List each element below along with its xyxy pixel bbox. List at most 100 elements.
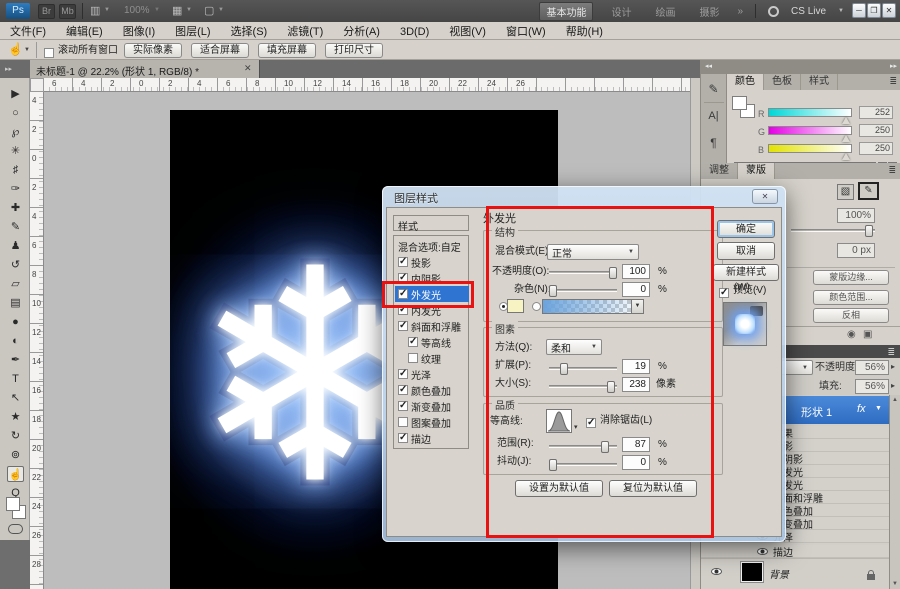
- layer-name[interactable]: 形状 1: [801, 404, 832, 420]
- menu-3D(D)[interactable]: 3D(D): [390, 24, 439, 41]
- channel-slider-G[interactable]: [768, 126, 852, 135]
- layer-thumbnail[interactable]: [741, 562, 763, 582]
- style-checkbox-光泽[interactable]: [398, 369, 408, 379]
- channel-value-R[interactable]: 252: [859, 106, 893, 119]
- layer-name[interactable]: 背景: [769, 566, 789, 581]
- lasso-tool[interactable]: ℘: [7, 124, 24, 140]
- contour-arrow-icon[interactable]: ▾: [574, 423, 578, 431]
- gradient-tool[interactable]: ▤: [7, 295, 24, 311]
- minimize-button[interactable]: ─: [852, 3, 866, 18]
- noise-slider[interactable]: [549, 289, 617, 292]
- mask-feather-value[interactable]: 0 px: [837, 243, 875, 258]
- fill-value[interactable]: 56%: [855, 379, 889, 394]
- delete-mask-icon[interactable]: ▣: [863, 329, 872, 340]
- slider-thumb[interactable]: [549, 285, 557, 297]
- style-item-渐变叠加[interactable]: 渐变叠加: [395, 398, 469, 414]
- menu-图像(I)[interactable]: 图像(I): [113, 24, 165, 41]
- style-item-内发光[interactable]: 内发光: [395, 302, 469, 318]
- mask-density-value[interactable]: 100%: [837, 208, 875, 223]
- preview-checkbox[interactable]: [719, 288, 729, 298]
- style-item-等高线[interactable]: 等高线: [395, 334, 469, 350]
- marquee-tool[interactable]: ○: [7, 105, 24, 121]
- mini-bridge-icon[interactable]: Mb: [59, 4, 76, 19]
- effect-row-描边[interactable]: 描边: [701, 545, 889, 558]
- vector-mask-icon[interactable]: ✎: [858, 182, 879, 200]
- workspace-overflow-icon[interactable]: »: [737, 6, 743, 17]
- style-item-blending-options[interactable]: 混合选项:自定: [395, 238, 469, 254]
- visibility-eye-icon[interactable]: [757, 548, 768, 555]
- document-tab-close-icon[interactable]: ✕: [244, 63, 252, 74]
- paragraph-panel-icon[interactable]: ¶: [701, 136, 726, 150]
- move-tool[interactable]: ▶: [7, 86, 24, 102]
- style-item-图案叠加[interactable]: 图案叠加: [395, 414, 469, 430]
- chevron-down-icon[interactable]: ▼: [838, 8, 844, 14]
- reset-default-button[interactable]: 复位为默认值: [609, 480, 697, 497]
- spread-value[interactable]: 19: [622, 359, 650, 374]
- chevron-down-icon[interactable]: ▼: [631, 300, 643, 313]
- style-item-斜面和浮雕[interactable]: 斜面和浮雕: [395, 318, 469, 334]
- channel-slider-B[interactable]: [768, 144, 852, 153]
- mask-options-icon[interactable]: ◉: [847, 329, 856, 340]
- technique-select[interactable]: 柔和 ▼: [546, 339, 602, 355]
- horizontal-ruler[interactable]: 64202468101214161820222426: [44, 78, 690, 92]
- menu-帮助(H)[interactable]: 帮助(H): [556, 24, 613, 41]
- glow-color-swatch[interactable]: [507, 299, 524, 313]
- chevron-down-icon[interactable]: ▼: [24, 47, 30, 53]
- style-checkbox-等高线[interactable]: [408, 337, 418, 347]
- slider-thumb[interactable]: [609, 267, 617, 279]
- options-button-打印尺寸[interactable]: 打印尺寸: [325, 43, 383, 58]
- layer-row-background[interactable]: 背景: [701, 558, 889, 584]
- slider-thumb[interactable]: [842, 149, 850, 160]
- style-checkbox-斜面和浮雕[interactable]: [398, 321, 408, 331]
- cancel-button[interactable]: 取消: [717, 242, 775, 260]
- spread-slider[interactable]: [549, 367, 617, 370]
- new-style-button[interactable]: 新建样式(W)...: [713, 264, 779, 281]
- slider-thumb[interactable]: [607, 381, 615, 393]
- menu-选择(S)[interactable]: 选择(S): [221, 24, 278, 41]
- noise-value[interactable]: 0: [622, 282, 650, 297]
- workspace-设计[interactable]: 设计: [605, 3, 637, 20]
- slider-thumb[interactable]: [842, 131, 850, 142]
- vertical-ruler[interactable]: 42024681012141618202224262830: [30, 92, 44, 589]
- foreground-color-swatch[interactable]: [732, 96, 747, 110]
- opacity-value[interactable]: 56%: [855, 360, 889, 375]
- size-slider[interactable]: [549, 385, 617, 388]
- scroll-up-icon[interactable]: ▲: [892, 397, 898, 403]
- hand-tool[interactable]: ☝: [7, 466, 24, 482]
- eraser-tool[interactable]: ▱: [7, 276, 24, 292]
- workspace-摄影[interactable]: 摄影: [693, 3, 725, 20]
- 3d-rotate-tool[interactable]: ↻: [7, 428, 24, 444]
- tab-蒙版[interactable]: 蒙版: [738, 163, 775, 179]
- scroll-all-windows-checkbox[interactable]: [44, 48, 54, 58]
- options-button-实际像素[interactable]: 实际像素: [124, 43, 182, 58]
- spin-arrow-icon[interactable]: ▸: [891, 381, 895, 390]
- style-item-颜色叠加[interactable]: 颜色叠加: [395, 382, 469, 398]
- style-checkbox-渐变叠加[interactable]: [398, 401, 408, 411]
- style-item-投影[interactable]: 投影: [395, 254, 469, 270]
- cs-live-label[interactable]: CS Live: [791, 6, 826, 17]
- pen-tool[interactable]: ✒: [7, 352, 24, 368]
- opacity-slider[interactable]: [549, 271, 617, 274]
- bridge-icon[interactable]: Br: [38, 4, 55, 19]
- menu-滤镜(T)[interactable]: 滤镜(T): [277, 24, 333, 41]
- tab-颜色[interactable]: 颜色: [727, 74, 764, 90]
- expand-icon[interactable]: ▸▸: [890, 60, 897, 74]
- style-checkbox-外发光[interactable]: [398, 289, 408, 299]
- glow-gradient-swatch[interactable]: ▼: [542, 299, 644, 314]
- glow-gradient-radio[interactable]: [532, 302, 541, 311]
- menu-文件(F)[interactable]: 文件(F): [0, 24, 56, 41]
- channel-value-G[interactable]: 250: [859, 124, 893, 137]
- style-item-描边[interactable]: 描边: [395, 430, 469, 446]
- ok-button[interactable]: 确定: [717, 220, 775, 238]
- panel-menu-icon[interactable]: ≣: [887, 347, 895, 358]
- menu-分析(A)[interactable]: 分析(A): [333, 24, 390, 41]
- range-value[interactable]: 87: [622, 437, 650, 452]
- path-selection-tool[interactable]: ↖: [7, 390, 24, 406]
- range-slider[interactable]: [549, 445, 617, 448]
- slider-thumb[interactable]: [560, 363, 568, 375]
- zoom-level[interactable]: 100%: [124, 5, 150, 16]
- set-default-button[interactable]: 设置为默认值: [515, 480, 603, 497]
- close-button[interactable]: ✕: [882, 3, 896, 18]
- 3d-orbit-tool[interactable]: ⊚: [7, 447, 24, 463]
- tab-调整[interactable]: 调整: [701, 163, 738, 179]
